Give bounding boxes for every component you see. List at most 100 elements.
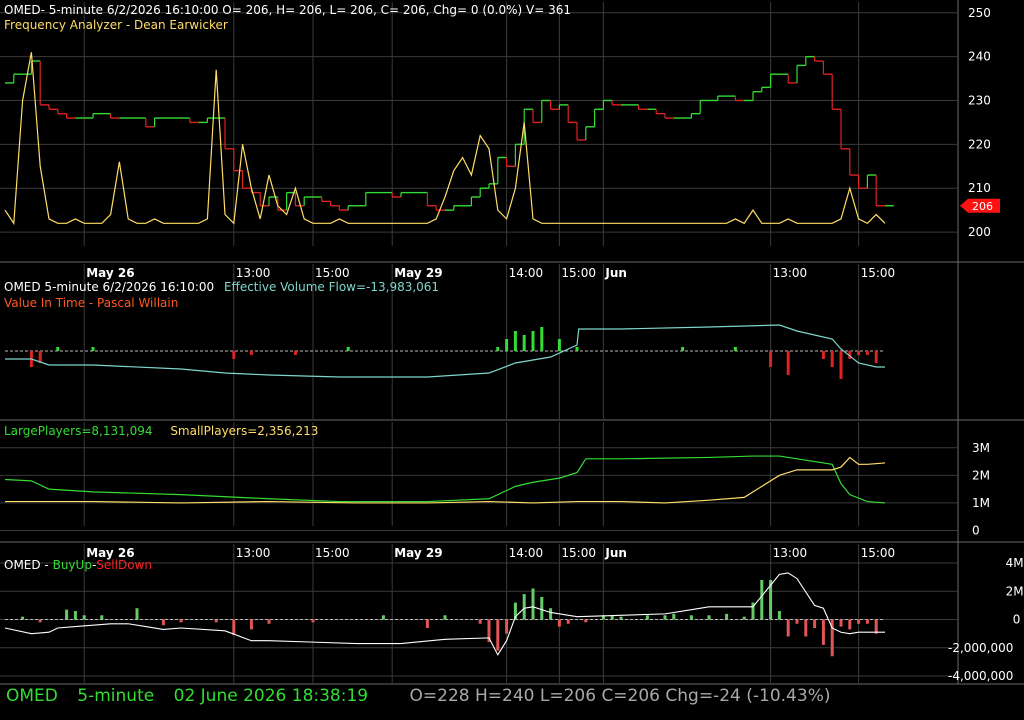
chart-canvas: May 26 13:00 15:00 May 29 14:00 15:00 Jun 13:00… [0, 0, 1024, 685]
vit-bar-13 [540, 327, 544, 351]
vit-bar-15 [575, 347, 579, 351]
panel2-symbol-label: OMED 5-minute 6/2/2026 16:10:00 [4, 280, 215, 294]
buysell-bar-19 [496, 619, 500, 651]
time-axis-label-1-4: 14:00 [509, 546, 544, 560]
buysell-bar-33 [663, 615, 667, 620]
buysell-bar-52 [865, 619, 869, 624]
time-axis-label-0-1: 13:00 [236, 266, 271, 280]
vit-bar-16 [681, 347, 685, 351]
buysell-tick-2: 0 [1013, 613, 1021, 627]
price-tick-210: 210 [968, 181, 991, 195]
buysell-bar-47 [821, 619, 825, 645]
buysell-bar-51 [857, 619, 861, 624]
time-axis-label-1-3: May 29 [394, 546, 442, 560]
buysell-bar-22 [522, 594, 526, 620]
buysell-tick-3: 2M [1006, 584, 1024, 598]
buysell-bar-46 [813, 619, 817, 628]
buysell-bar-10 [232, 619, 236, 636]
buysell-bar-25 [549, 608, 553, 620]
status-datetime: 02 June 2026 18:38:19 [173, 686, 369, 706]
sell-down-label: SellDown [96, 558, 152, 572]
buysell-bar-23 [531, 588, 535, 620]
time-axis-label-0-0: May 26 [86, 266, 134, 280]
time-axis-label-0-8: 15:00 [861, 266, 896, 280]
large-players-label: LargePlayers=8,131,094 [4, 424, 153, 438]
vit-bar-17 [733, 347, 737, 351]
buysell-bar-11 [249, 619, 253, 630]
buysell-tick-1: -2,000,000 [948, 641, 1013, 655]
price-tick-220: 220 [968, 137, 991, 151]
buysell-bar-28 [584, 619, 588, 623]
panel2-evf-label: Effective Volume Flow=-13,983,061 [223, 280, 440, 294]
vit-bar-5 [249, 351, 253, 355]
vit-bar-12 [531, 331, 535, 351]
panel3-header: LargePlayers=8,131,094 SmallPlayers=2,35… [4, 424, 318, 438]
price-tick-230: 230 [968, 93, 991, 107]
panel4-prefix: OMED - [4, 558, 53, 572]
buysell-bar-38 [742, 616, 746, 620]
buysell-bar-36 [707, 615, 711, 620]
buysell-bar-8 [179, 619, 183, 623]
players-tick-1: 1M [972, 496, 990, 510]
time-axis-label-1-1: 13:00 [236, 546, 271, 560]
frequency-analyzer-line [4, 52, 886, 226]
buysell-bar-4 [82, 615, 86, 620]
time-axis-label-1-8: 15:00 [861, 546, 896, 560]
price-tick-200: 200 [968, 225, 991, 239]
players-tick-2: 2M [972, 468, 990, 482]
vit-bar-26 [874, 351, 878, 363]
last-price-marker-label: 206 [972, 200, 993, 213]
buysell-bar-31 [619, 616, 623, 620]
vit-bar-11 [522, 335, 526, 351]
time-axis-label-1-5: 15:00 [561, 546, 596, 560]
buysell-bar-40 [760, 580, 764, 620]
vit-bar-24 [857, 351, 861, 355]
buysell-bar-17 [478, 619, 482, 624]
buysell-bar-42 [777, 611, 781, 620]
buysell-bar-6 [135, 608, 139, 620]
buysell-bar-13 [311, 619, 315, 623]
buysell-tick-0: -4,000,000 [948, 669, 1013, 683]
vit-bar-2 [56, 347, 60, 351]
buysell-bar-12 [267, 619, 271, 624]
buysell-bar-5 [100, 615, 104, 620]
vit-bar-22 [839, 351, 843, 379]
vit-bar-3 [91, 347, 95, 351]
buysell-tick-4: 4M [1006, 556, 1024, 570]
vit-bar-10 [513, 331, 517, 351]
players-tick-3: 3M [972, 441, 990, 455]
time-axis-label-0-2: 15:00 [315, 266, 350, 280]
time-axis-label-1-7: 13:00 [773, 546, 808, 560]
panel1-indicator-title: Frequency Analyzer - Dean Earwicker [4, 18, 228, 32]
buy-up-label: BuyUp [52, 558, 92, 572]
status-bar: OMED 5-minute 02 June 2026 18:38:19 O=22… [6, 686, 844, 706]
panel4-header: OMED - BuyUp-SellDown [4, 558, 152, 572]
buysell-bar-26 [557, 619, 561, 627]
vit-bar-8 [496, 347, 500, 351]
buysell-bar-53 [874, 619, 878, 634]
buysell-bar-27 [566, 619, 570, 624]
small-players-label: SmallPlayers=2,356,213 [170, 424, 319, 438]
players-tick-0: 0 [972, 523, 980, 537]
panel1-header: OMED- 5-minute 6/2/2026 16:10:00 O= 206,… [4, 3, 571, 17]
buysell-bar-15 [425, 619, 429, 628]
price-tick-250: 250 [968, 6, 991, 20]
status-interval: 5-minute [77, 686, 155, 706]
status-ohlc: O=228 H=240 L=206 C=206 Chg=-24 (-10.43%… [409, 686, 831, 706]
buysell-bar-32 [645, 615, 649, 620]
buysell-bar-44 [795, 619, 799, 624]
buysell-bar-43 [786, 619, 790, 637]
buysell-bar-45 [804, 619, 808, 637]
time-axis-label-1-6: Jun [604, 546, 627, 560]
time-axis-label-0-6: Jun [604, 266, 627, 280]
panel2-header: OMED 5-minute 6/2/2026 16:10:00 Effectiv… [4, 280, 439, 294]
buysell-bar-34 [672, 613, 676, 620]
vit-bar-6 [293, 351, 297, 355]
buysell-bar-7 [161, 619, 165, 626]
buysell-bar-1 [38, 619, 42, 623]
buysell-bar-3 [73, 611, 77, 620]
buysell-bar-0 [21, 616, 25, 620]
vit-bar-14 [557, 339, 561, 351]
buysell-bar-35 [689, 615, 693, 620]
buysell-bar-16 [443, 615, 447, 620]
